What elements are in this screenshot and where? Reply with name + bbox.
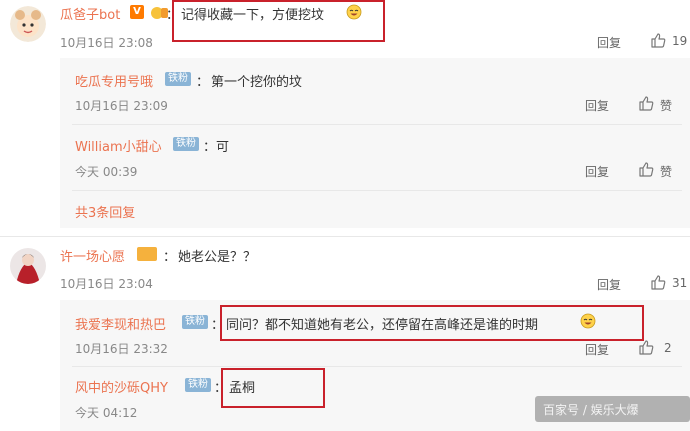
avatar[interactable]: [10, 6, 46, 42]
like-label[interactable]: 赞: [660, 97, 672, 114]
avatar[interactable]: [10, 248, 46, 284]
comment-time: 10月16日 23:04: [60, 277, 153, 291]
reply-button[interactable]: 回复: [597, 276, 621, 293]
colon: ：: [163, 250, 177, 265]
fan-badge-icon: [137, 247, 157, 261]
like-count: 19: [672, 34, 688, 48]
reply-time: 10月16日 23:32: [75, 342, 168, 356]
reply-button[interactable]: 回复: [597, 34, 621, 51]
comment-username[interactable]: 许一场心愿: [60, 246, 125, 265]
thumbs-up-icon[interactable]: [638, 339, 654, 355]
highlight-box: [172, 0, 385, 42]
reply-username[interactable]: 吃瓜专用号哦: [75, 71, 153, 90]
like-label[interactable]: 赞: [660, 163, 672, 180]
like-count: 31: [672, 276, 688, 290]
reply-button[interactable]: 回复: [585, 163, 609, 180]
reply-time: 今天 00:39: [75, 165, 138, 179]
highlight-box: [220, 305, 644, 341]
reply-time: 10月16日 23:09: [75, 99, 168, 113]
v-badge-icon: V: [130, 5, 144, 19]
reply-text: 可: [216, 140, 230, 155]
colon: ：: [196, 75, 210, 90]
thumbs-up-icon[interactable]: [650, 32, 666, 48]
reply-username[interactable]: 我爱李现和热巴: [75, 314, 166, 333]
reply-button[interactable]: 回复: [585, 97, 609, 114]
divider: [72, 190, 682, 191]
fan-badge: 铁粉: [185, 378, 211, 392]
highlight-box: [221, 368, 325, 408]
thumbs-up-icon[interactable]: [638, 161, 654, 177]
comment-text: 她老公是？？: [178, 250, 257, 265]
colon: ：: [203, 140, 217, 155]
divider: [72, 366, 682, 367]
reply-button[interactable]: 回复: [585, 341, 609, 358]
divider: [72, 124, 682, 125]
like-count: 2: [664, 341, 672, 355]
fan-badge: 铁粉: [173, 137, 199, 151]
fan-badge: 铁粉: [182, 315, 208, 329]
divider: [0, 236, 690, 237]
reply-username[interactable]: 风中的沙砾QHY: [75, 377, 168, 396]
reply-time: 今天 04:12: [75, 406, 138, 420]
comment-username[interactable]: 瓜爸子bot: [60, 4, 120, 23]
watermark: 百家号 / 娱乐大爆: [543, 403, 639, 417]
more-replies-link[interactable]: 共3条回复: [75, 202, 135, 221]
fan-badge: 铁粉: [165, 72, 191, 86]
thumbs-up-icon[interactable]: [650, 274, 666, 290]
reply-username[interactable]: William小甜心: [75, 136, 162, 155]
reply-text: 第一个挖你的坟: [211, 75, 303, 90]
thumbs-up-icon[interactable]: [638, 95, 654, 111]
comment-time: 10月16日 23:08: [60, 36, 153, 50]
